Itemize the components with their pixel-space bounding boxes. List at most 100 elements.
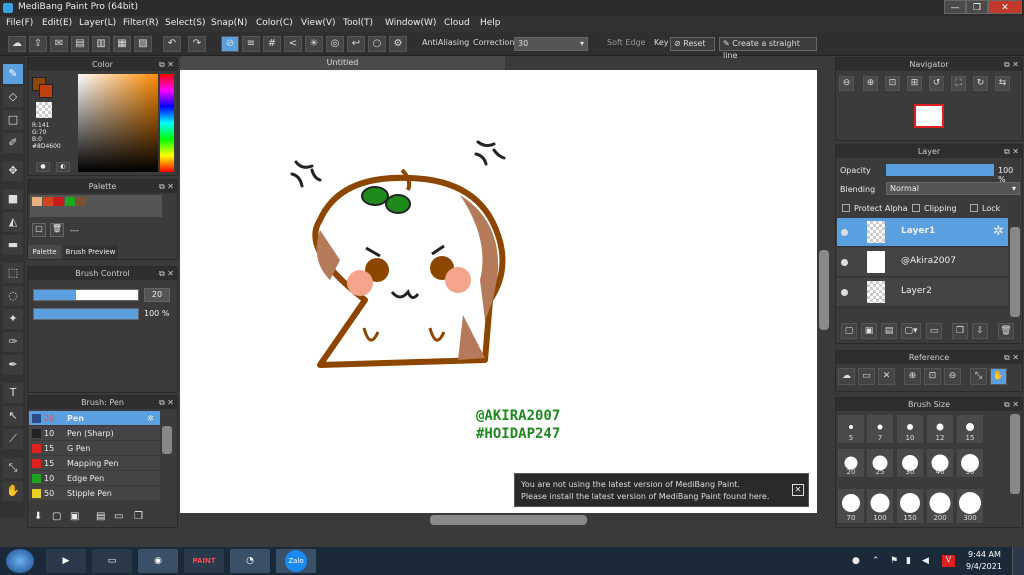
brush-list-scrollbar[interactable] [162, 426, 172, 454]
layer-opacity-slider[interactable] [886, 164, 994, 176]
copy-brush-icon[interactable]: ❐ [134, 511, 143, 522]
panel-controls-icon[interactable]: ⧉ ✕ [159, 396, 174, 409]
gradient-tool-icon[interactable]: ▬ [3, 235, 23, 255]
lasso-tool-icon[interactable]: ◌ [3, 286, 23, 306]
trash-icon[interactable]: 🗑 [998, 323, 1014, 339]
brush-settings-icon[interactable]: ▤ [96, 511, 105, 522]
lock-checkbox[interactable] [970, 204, 978, 212]
eye-icon[interactable] [841, 259, 848, 266]
brush-size-option[interactable]: 30 [896, 448, 924, 478]
canvas-horizontal-scrollbar[interactable] [180, 513, 817, 527]
close-icon[interactable]: ✕ [878, 368, 895, 385]
clock-date[interactable]: 9/4/2021 [966, 562, 1002, 571]
fullscreen-icon[interactable]: ⛶ [951, 76, 966, 91]
straight-line-button[interactable]: ✎ Create a straight line [719, 37, 817, 60]
layer-item[interactable]: @Akira2007 [837, 248, 1008, 277]
brush-size-scrollbar[interactable] [1010, 414, 1020, 494]
grid-icon[interactable]: ▦ [113, 36, 131, 52]
panel-controls-icon[interactable]: ⧉ ✕ [1004, 145, 1019, 158]
scroll-thumb[interactable] [819, 250, 829, 330]
saturation-value-picker[interactable] [78, 74, 158, 172]
fit-icon[interactable]: ⊡ [924, 368, 941, 385]
new-brush-icon[interactable]: ▢ [52, 511, 61, 522]
hand-icon[interactable]: ✋ [990, 368, 1007, 385]
panel-controls-icon[interactable]: ⧉ ✕ [159, 58, 174, 71]
layer-folder-icon[interactable]: ▭ [926, 323, 942, 339]
palette-swatch[interactable] [65, 197, 75, 206]
zoom-in-icon[interactable]: ⊕ [863, 76, 878, 91]
notice-close-icon[interactable]: ✕ [792, 484, 804, 496]
protect-alpha-checkbox[interactable] [842, 204, 850, 212]
brush-size-option[interactable]: 300 [956, 488, 984, 524]
coccoc-icon[interactable]: ◔ [230, 549, 270, 573]
gear-icon[interactable]: ✲ [147, 411, 154, 426]
text-tool-icon[interactable]: T [3, 383, 23, 403]
redo-icon[interactable]: ↷ [188, 36, 206, 52]
rotate-right-icon[interactable]: ↻ [973, 76, 988, 91]
trash-icon[interactable]: 🗑 [50, 223, 64, 237]
tab-brush-preview[interactable]: Brush Preview [63, 245, 118, 259]
zoom-out-icon[interactable]: ⊖ [839, 76, 854, 91]
cloud-download-icon[interactable]: ⬇ [34, 511, 42, 522]
tab-palette[interactable]: Palette [28, 245, 61, 259]
layer-item[interactable]: Layer2 [837, 278, 1008, 307]
hue-slider[interactable] [160, 74, 174, 172]
rotate-left-icon[interactable]: ↺ [929, 76, 944, 91]
color-swap-icon[interactable]: ◐ [56, 162, 70, 172]
close-button[interactable]: ✕ [988, 0, 1022, 14]
menu-edit[interactable]: Edit(E) [42, 18, 72, 28]
blending-select[interactable]: Normal ▾ [886, 182, 1020, 195]
start-button[interactable] [6, 549, 34, 573]
eye-icon[interactable] [841, 229, 848, 236]
palette-swatch[interactable] [43, 197, 53, 206]
menu-window[interactable]: Window(W) [385, 18, 436, 28]
menu-layer[interactable]: Layer(L) [79, 18, 116, 28]
share-icon[interactable]: ⇪ [29, 36, 47, 52]
brush-size-slider[interactable] [33, 289, 139, 301]
panel-controls-icon[interactable]: ⧉ ✕ [159, 267, 174, 280]
panel-controls-icon[interactable]: ⧉ ✕ [159, 180, 174, 193]
show-desktop-button[interactable] [1012, 547, 1024, 575]
menu-snap[interactable]: Snap(N) [211, 18, 247, 28]
eyedropper-icon[interactable]: ⤡ [970, 368, 987, 385]
select-tool-icon[interactable]: ⬚ [3, 263, 23, 283]
secondary-color-swatch[interactable] [39, 84, 53, 98]
network-icon[interactable]: ▮ [906, 556, 911, 566]
chevron-up-icon[interactable]: ⌃ [872, 556, 880, 566]
volume-icon[interactable]: ◀ [922, 556, 929, 566]
transparent-color-swatch[interactable] [36, 102, 52, 118]
new-halftone-layer-icon[interactable]: ▣ [861, 323, 877, 339]
dot-tool-icon[interactable]: ✐ [3, 133, 23, 153]
brush-size-option[interactable]: 25 [866, 448, 894, 478]
vietkey-icon[interactable]: V [942, 555, 955, 567]
brush-item[interactable]: 15 G Pen [29, 441, 160, 456]
snap-curve-icon[interactable]: ↩ [347, 36, 365, 52]
document-icon[interactable]: ▥ [92, 36, 110, 52]
media-player-icon[interactable]: ▶ [46, 549, 86, 573]
zoom-in-icon[interactable]: ⊕ [904, 368, 921, 385]
menu-file[interactable]: File(F) [6, 18, 33, 28]
palette-swatch[interactable] [54, 197, 64, 206]
layer-item[interactable]: Layer1 ✲ [837, 218, 1008, 247]
add-layer-menu-icon[interactable]: ▢▾ [901, 323, 921, 339]
eye-icon[interactable] [841, 289, 848, 296]
brush-size-option[interactable]: 100 [866, 488, 894, 524]
paint-app-icon[interactable]: PAINT [184, 549, 224, 573]
brush-size-option[interactable]: 20 [837, 448, 865, 478]
move-tool-icon[interactable]: ✥ [3, 161, 23, 181]
color-tool-icon[interactable]: ● [36, 162, 50, 172]
hand-tool-icon[interactable]: ✋ [3, 481, 23, 501]
merge-layer-icon[interactable]: ⇩ [972, 323, 988, 339]
undo-icon[interactable]: ↶ [163, 36, 181, 52]
navigator-preview[interactable] [914, 104, 944, 128]
brush-size-option[interactable]: 150 [896, 488, 924, 524]
snap-parallel-icon[interactable]: ≡ [242, 36, 260, 52]
snap-settings-icon[interactable]: ⚙ [389, 36, 407, 52]
image-icon[interactable]: ▧ [134, 36, 152, 52]
fill-rect-tool-icon[interactable]: ■ [3, 189, 23, 209]
comment-icon[interactable]: ✉ [50, 36, 68, 52]
brush-item[interactable]: 15 Mapping Pen [29, 456, 160, 471]
magic-wand-tool-icon[interactable]: ✦ [3, 309, 23, 329]
brush-size-option[interactable]: 7 [866, 414, 894, 444]
panel-controls-icon[interactable]: ⧉ ✕ [1004, 58, 1019, 71]
